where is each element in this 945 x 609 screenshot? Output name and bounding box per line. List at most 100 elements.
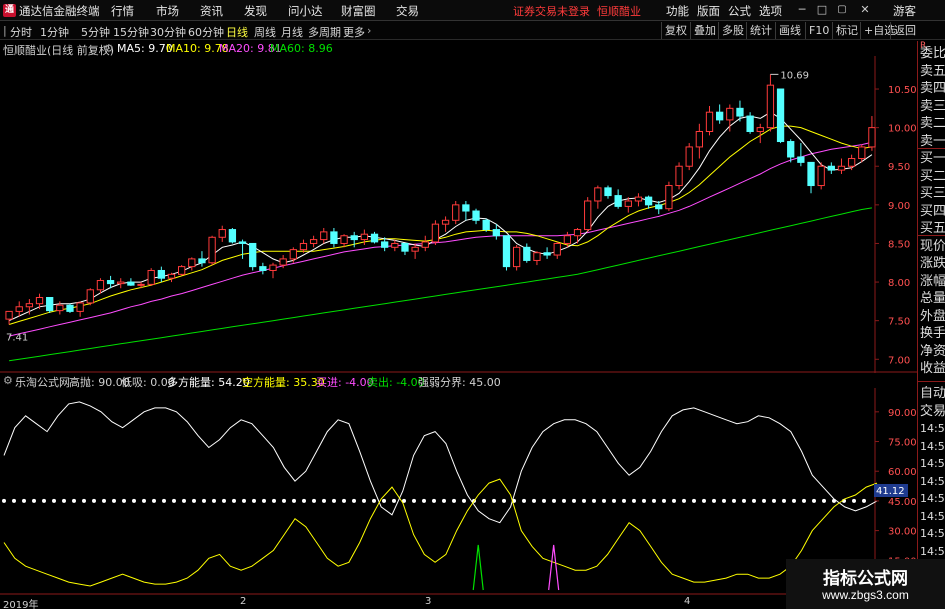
side-panel-item[interactable]: 14:56: [920, 421, 945, 436]
candle[interactable]: [238, 239, 247, 259]
candle[interactable]: [716, 104, 724, 124]
candle[interactable]: [573, 228, 582, 244]
side-panel-item[interactable]: 买五: [920, 221, 945, 236]
period-15min[interactable]: 15分钟: [113, 24, 149, 40]
side-panel-item[interactable]: 收益: [920, 361, 945, 376]
side-panel-item[interactable]: 卖三: [920, 99, 945, 114]
maximize-icon[interactable]: ▢: [835, 3, 849, 17]
menu-shichang[interactable]: 市场: [156, 3, 179, 19]
side-panel-item[interactable]: 卖四: [920, 81, 945, 96]
kline-chart[interactable]: 10.50 10.00 9.50 9.00 8.50 8.00 7.50 7.00 10.69…: [0, 56, 917, 373]
candle[interactable]: [330, 228, 338, 248]
btn-diejia[interactable]: 叠加: [690, 22, 719, 39]
side-panel-item[interactable]: 现价: [920, 239, 945, 254]
candle[interactable]: [644, 195, 653, 209]
candle[interactable]: [401, 242, 409, 256]
side-panel-item[interactable]: 买一: [920, 151, 945, 166]
menu-zixun[interactable]: 资讯: [200, 3, 223, 19]
menu-gongshi[interactable]: 公式: [728, 3, 751, 19]
candle[interactable]: [177, 265, 186, 276]
guest-login[interactable]: 游客: [893, 3, 916, 19]
side-panel-item[interactable]: 买四: [920, 204, 945, 219]
side-panel-item[interactable]: 14:56: [920, 526, 945, 541]
candle[interactable]: [188, 257, 196, 271]
candle[interactable]: [634, 193, 643, 207]
candle[interactable]: [553, 241, 561, 259]
candle[interactable]: [807, 161, 815, 194]
candle[interactable]: [269, 262, 277, 279]
candle[interactable]: [604, 185, 612, 199]
candle[interactable]: [685, 143, 693, 171]
settings-gear-icon[interactable]: ⚙: [104, 42, 114, 55]
side-panel-item[interactable]: 买二: [920, 169, 945, 184]
side-panel-item[interactable]: 涨跌: [920, 256, 945, 271]
candle[interactable]: [309, 235, 318, 248]
candle[interactable]: [198, 251, 206, 267]
more-chevron-icon[interactable]: ›: [367, 24, 371, 37]
candle[interactable]: [614, 189, 622, 209]
candle[interactable]: [157, 266, 165, 283]
btn-huaxian[interactable]: 画线: [775, 22, 804, 39]
btn-biaoji[interactable]: 标记: [832, 22, 861, 39]
candle[interactable]: [817, 162, 825, 190]
candle[interactable]: [46, 297, 54, 313]
candle[interactable]: [502, 235, 511, 271]
side-panel-item[interactable]: 14:56: [920, 491, 945, 506]
candle[interactable]: [472, 208, 480, 225]
candle[interactable]: [76, 301, 84, 317]
candle[interactable]: [86, 288, 94, 306]
candle[interactable]: [5, 310, 13, 325]
candle[interactable]: [827, 162, 835, 174]
candle[interactable]: [543, 247, 551, 259]
side-panel-item[interactable]: 卖五: [920, 64, 945, 79]
side-panel-item[interactable]: 14:56: [920, 509, 945, 524]
candle[interactable]: [441, 216, 450, 232]
candle[interactable]: [797, 143, 805, 167]
period-monthly[interactable]: 月线: [281, 24, 303, 40]
btn-tongji[interactable]: 统计: [746, 22, 775, 39]
candle[interactable]: [249, 242, 257, 271]
side-panel-item[interactable]: 委比: [920, 46, 945, 61]
candle[interactable]: [837, 158, 846, 174]
candle[interactable]: [431, 220, 440, 245]
candle[interactable]: [584, 197, 592, 232]
candle[interactable]: [370, 231, 379, 244]
candle[interactable]: [218, 225, 226, 242]
menu-xuanxiang[interactable]: 选项: [759, 3, 782, 19]
side-panel-item[interactable]: 14:56: [920, 439, 945, 454]
period-30min[interactable]: 30分钟: [150, 24, 186, 40]
side-panel-item[interactable]: 卖二: [920, 116, 945, 131]
btn-fanhui[interactable]: 返回: [890, 22, 919, 39]
candle[interactable]: [228, 228, 237, 244]
side-panel-item[interactable]: 交易: [920, 404, 945, 419]
indicator-gear-icon[interactable]: ⚙: [3, 374, 13, 387]
candle[interactable]: [340, 234, 348, 248]
side-panel-item[interactable]: 总量: [920, 291, 945, 306]
period-more[interactable]: 更多: [343, 24, 365, 40]
candle[interactable]: [462, 200, 470, 221]
period-fenshi[interactable]: 分时: [10, 24, 32, 40]
side-panel-item[interactable]: 14:56: [920, 474, 945, 489]
candle[interactable]: [868, 116, 876, 151]
menu-caifuquan[interactable]: 财富圈: [341, 3, 376, 19]
trade-login-notice[interactable]: 证券交易未登录 恒顺醋业: [513, 3, 641, 19]
candle[interactable]: [594, 185, 602, 209]
candle[interactable]: [421, 235, 429, 252]
period-60min[interactable]: 60分钟: [188, 24, 224, 40]
candle[interactable]: [705, 106, 714, 136]
period-daily[interactable]: 日线: [226, 24, 248, 40]
candle[interactable]: [776, 88, 785, 144]
candle[interactable]: [208, 235, 216, 266]
side-panel-item[interactable]: 14:56: [920, 544, 945, 559]
candle[interactable]: [320, 228, 328, 244]
period-1min[interactable]: 1分钟: [40, 24, 69, 40]
menu-gongneng[interactable]: 功能: [666, 3, 689, 19]
candle[interactable]: [533, 251, 541, 266]
menu-hangqing[interactable]: 行情: [111, 3, 134, 19]
side-panel-item[interactable]: 换手: [920, 326, 945, 341]
menu-banmian[interactable]: 版面: [697, 3, 720, 19]
menu-wenxiaoda[interactable]: 问小达: [288, 3, 323, 19]
side-panel-item[interactable]: 卖一: [920, 134, 945, 149]
candle[interactable]: [655, 200, 663, 215]
menu-jiaoyi[interactable]: 交易: [396, 3, 419, 19]
